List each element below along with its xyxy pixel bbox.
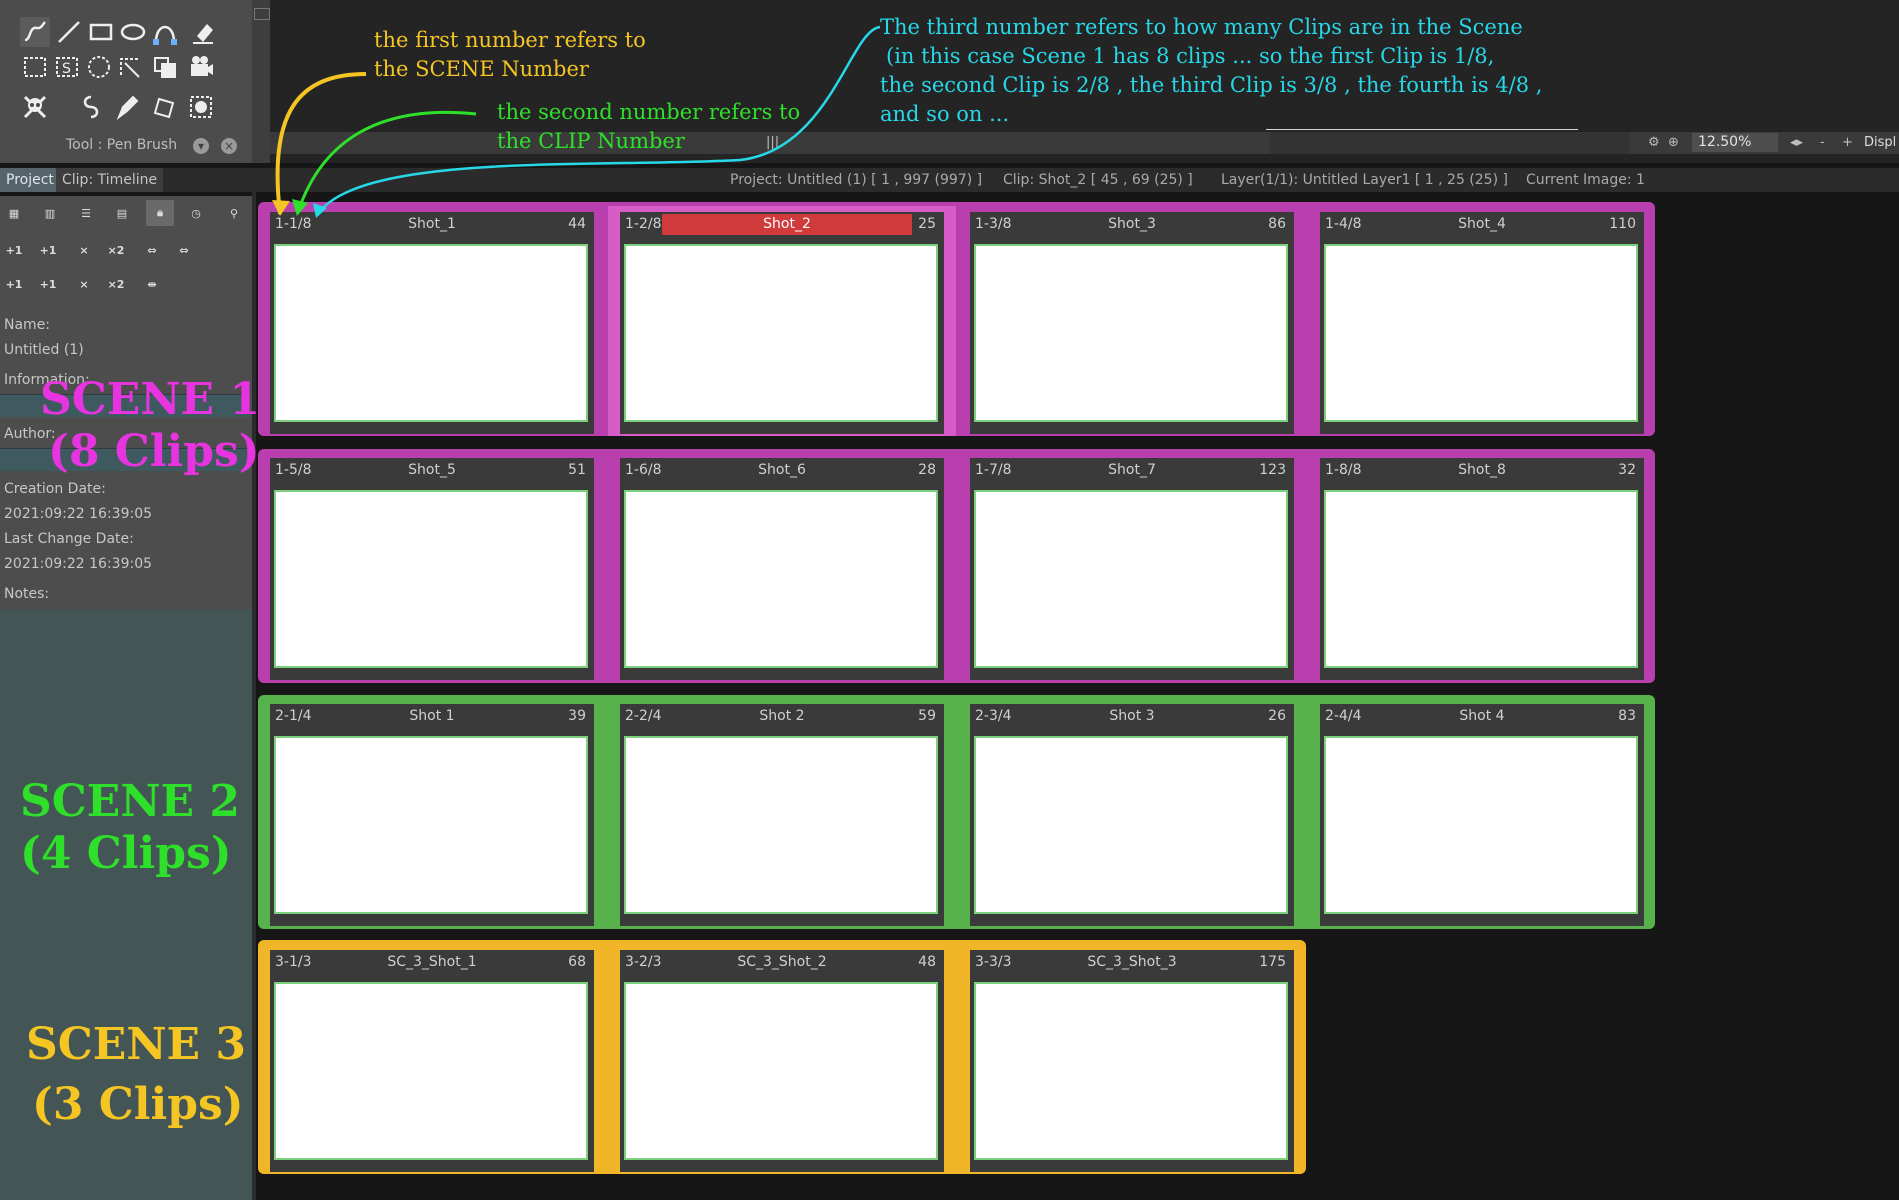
green-arrow-line [296, 110, 477, 213]
annotation-third-number: The third number refers to how many Clip… [880, 13, 1542, 129]
annotation-first-number: the first number refers to the SCENE Num… [374, 26, 646, 84]
annotation-third-line3: the second Clip is 2/8 , the third Clip … [880, 73, 1543, 97]
annotation-second-number: the second number refers to the CLIP Num… [497, 98, 800, 156]
annotation-third-line1: The third number refers to how many Clip… [880, 15, 1523, 39]
green-arrowhead [292, 199, 308, 216]
annotation-third-line2: (in this case Scene 1 has 8 clips ... so… [886, 44, 1495, 68]
annotation-first-line2: the SCENE Number [374, 57, 589, 81]
annotation-first-line1: the first number refers to [374, 28, 646, 52]
annotation-second-line1: the second number refers to [497, 100, 801, 124]
yellow-arrowhead [272, 200, 290, 216]
annotation-arrows [272, 25, 881, 218]
annotation-third-line4: and so on ... [880, 102, 1010, 126]
yellow-arrow-line [275, 72, 367, 215]
annotation-second-line2: the CLIP Number [497, 129, 685, 153]
